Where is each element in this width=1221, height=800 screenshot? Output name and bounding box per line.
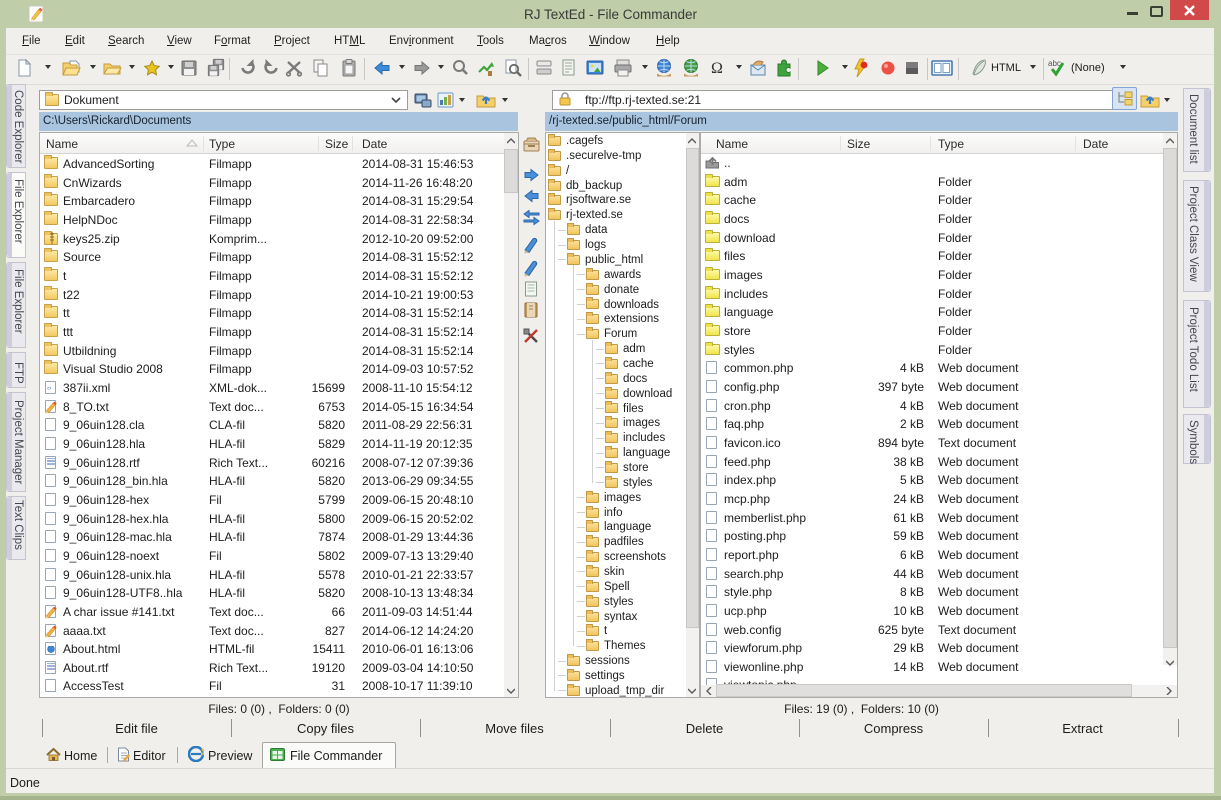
svg-text:Ω: Ω — [711, 60, 723, 77]
svg-text:‹›: ‹› — [47, 385, 51, 392]
